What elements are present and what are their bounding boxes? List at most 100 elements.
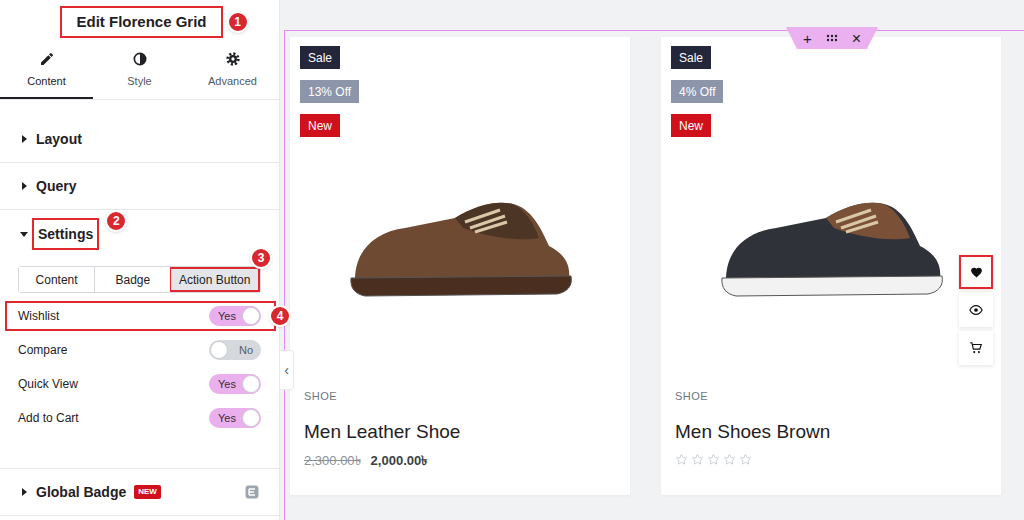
annotation-badge: 3	[250, 247, 272, 269]
toggle-switch[interactable]: Yes	[209, 306, 261, 326]
product-info: SHOE Men Shoes Brown	[671, 363, 991, 466]
product-badge: New	[671, 114, 711, 137]
spacer	[0, 100, 279, 116]
panel-tab[interactable]: Advanced	[186, 44, 279, 99]
product-card[interactable]: Sale 13% Off New SHOE Men Leather Shoe 2,300.…	[290, 37, 630, 495]
subtab[interactable]: Action Button3	[170, 267, 260, 292]
subtab[interactable]: Content	[19, 267, 94, 292]
global-icon	[245, 485, 259, 499]
subtab[interactable]: Badge	[94, 267, 170, 292]
section-label: Query	[36, 176, 76, 197]
editor-panel: Edit Florence Grid 1 Content Style Advanced L…	[0, 0, 280, 520]
panel-tab[interactable]: Content	[0, 44, 93, 99]
subtab-label: Action Button	[179, 271, 250, 289]
product-badge: New	[300, 114, 340, 137]
annotation-badge: 1	[227, 11, 249, 33]
sale-price: 2,000.00৳	[371, 451, 428, 471]
caret-icon	[20, 230, 28, 238]
collapse-button[interactable]: ‹	[280, 350, 294, 390]
annotation-badge: 4	[269, 305, 291, 327]
product-image	[300, 127, 620, 363]
product-card[interactable]: Sale 4% Off New SHOE Men Shoes Brown	[661, 37, 1001, 495]
contrast-icon	[132, 51, 148, 67]
panel-tab-label: Style	[127, 73, 151, 90]
quick-view-button[interactable]	[959, 293, 993, 327]
caret-icon	[20, 135, 28, 143]
action-buttons	[959, 255, 993, 365]
section-highlight: Settings	[32, 218, 99, 250]
toggle-label: Wishlist	[18, 307, 59, 325]
widget-toolbar: +×	[786, 27, 878, 49]
panel-tab-label: Advanced	[208, 73, 257, 90]
toggle-text: Yes	[218, 411, 236, 425]
toggle-knob	[242, 307, 260, 325]
toggle-label: Add to Cart	[18, 409, 79, 427]
badge-list: Sale 4% Off New	[671, 46, 991, 137]
subtab-label: Content	[36, 271, 78, 289]
star-icon	[707, 453, 720, 466]
toggle-label: Quick View	[18, 375, 78, 393]
preview-canvas: Sale 13% Off New SHOE Men Leather Shoe 2,300.…	[280, 0, 1024, 520]
caret-icon	[20, 488, 28, 496]
toggle-switch[interactable]: Yes	[209, 374, 261, 394]
toggle-label: Compare	[18, 341, 67, 359]
subtab-group: Content BadgeAction Button3	[18, 266, 261, 293]
toggle-row: Add to Cart Yes	[18, 401, 261, 435]
new-badge: NEW	[134, 485, 161, 499]
product-title[interactable]: Men Shoes Brown	[675, 419, 991, 445]
product-badge: 13% Off	[300, 80, 359, 103]
toggle-list: WishlistYes4CompareNoQuick ViewYesAdd to…	[18, 299, 261, 435]
gear-icon	[225, 51, 241, 67]
toggle-knob	[242, 375, 260, 393]
toggle-highlight	[5, 301, 276, 331]
product-info: SHOE Men Leather Shoe 2,300.00৳ 2,000.00৳	[300, 363, 620, 470]
panel-tab[interactable]: Style	[93, 44, 186, 99]
wishlist-icon	[970, 266, 983, 279]
toggle-switch[interactable]: Yes	[209, 408, 261, 428]
product-badge: Sale	[300, 46, 340, 69]
panel-title: Edit Florence Grid	[76, 13, 206, 30]
cart-button[interactable]	[959, 331, 993, 365]
section-header[interactable]: Layout	[0, 116, 279, 163]
annotation-badge: 2	[105, 210, 127, 232]
close-button[interactable]: ×	[852, 31, 861, 46]
panel-header: Edit Florence Grid 1	[0, 0, 279, 44]
section-header[interactable]: Query	[0, 163, 279, 210]
section-header[interactable]: Settings 2	[0, 210, 279, 257]
toggle-text: Yes	[218, 309, 236, 323]
badge-list: Sale 13% Off New	[300, 46, 620, 137]
star-icon	[675, 453, 688, 466]
star-icon	[691, 453, 704, 466]
toggle-switch[interactable]: No	[209, 340, 261, 360]
wishlist-button[interactable]	[959, 255, 993, 289]
product-image	[671, 127, 991, 363]
star-icon	[739, 453, 752, 466]
section-label: Settings	[38, 226, 93, 242]
toggle-knob	[210, 341, 228, 359]
product-category[interactable]: SHOE	[675, 388, 991, 405]
add-button[interactable]: +	[803, 31, 812, 46]
settings-content: ContentBadgeAction Button3WishlistYes4Co…	[0, 257, 279, 469]
toggle-row: Quick View Yes	[18, 367, 261, 401]
product-badge: Sale	[671, 46, 711, 69]
star-rating	[675, 453, 991, 466]
old-price: 2,300.00৳	[304, 451, 361, 471]
section-label: Layout	[36, 129, 82, 150]
product-category[interactable]: SHOE	[304, 388, 620, 405]
caret-icon	[20, 182, 28, 190]
toggle-text: Yes	[218, 377, 236, 391]
pencil-icon	[39, 51, 55, 67]
panel-title-box: Edit Florence Grid	[60, 6, 222, 38]
toggle-text: No	[239, 343, 253, 357]
quick-view-icon	[969, 303, 983, 317]
widget-frame: Sale 13% Off New SHOE Men Leather Shoe 2,300.…	[284, 30, 1024, 520]
section-header[interactable]: Global Badge NEW	[0, 469, 279, 516]
product-title[interactable]: Men Leather Shoe	[304, 419, 620, 445]
product-badge: 4% Off	[671, 80, 723, 103]
section-label: Global Badge	[36, 482, 126, 503]
star-icon	[723, 453, 736, 466]
panel-tab-label: Content	[27, 73, 66, 90]
cart-icon	[969, 341, 983, 355]
toggle-knob	[242, 409, 260, 427]
drag-icon	[826, 34, 838, 42]
